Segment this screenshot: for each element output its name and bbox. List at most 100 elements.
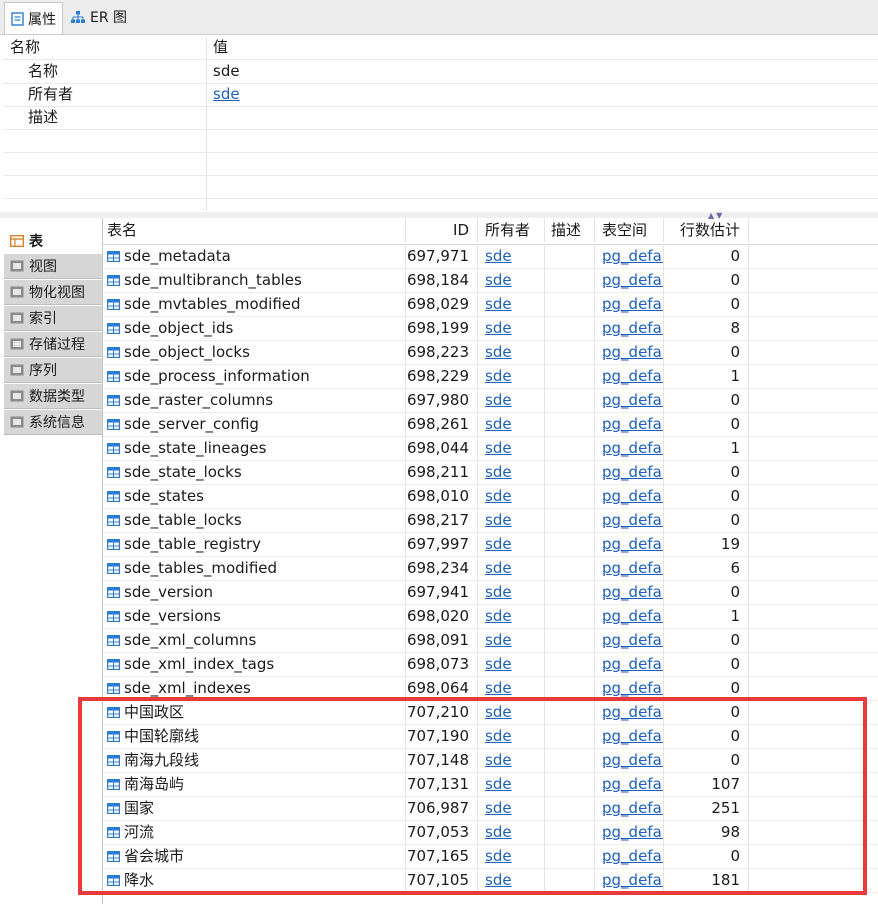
table-row[interactable]: sde_object_ids 698,199sde pg_default8 <box>103 316 878 341</box>
table-tablespace-link[interactable]: pg_default <box>594 316 663 340</box>
table-tablespace-link[interactable]: pg_default <box>594 508 663 532</box>
table-row[interactable]: 省会城市 707,165sde pg_default0 <box>103 844 878 869</box>
table-tablespace-link[interactable]: pg_default <box>594 844 663 868</box>
table-row[interactable]: sde_mvtables_modified 698,029sde pg_defaul… <box>103 292 878 317</box>
category-sequence[interactable]: 序列 <box>4 358 102 383</box>
table-tablespace-link[interactable]: pg_default <box>594 436 663 460</box>
table-tablespace-link[interactable]: pg_default <box>594 244 663 268</box>
table-tablespace-link[interactable]: pg_default <box>594 460 663 484</box>
table-tablespace-link[interactable]: pg_default <box>594 676 663 700</box>
table-tablespace-link[interactable]: pg_default <box>594 868 663 892</box>
table-owner-link[interactable]: sde <box>477 820 544 844</box>
table-row[interactable]: sde_raster_columns 697,980sde pg_default0 <box>103 388 878 413</box>
table-owner-link[interactable]: sde <box>477 364 544 388</box>
table-owner-link[interactable]: sde <box>477 580 544 604</box>
table-tablespace-link[interactable]: pg_default <box>594 652 663 676</box>
table-row[interactable]: sde_table_locks 698,217sde pg_default0 <box>103 508 878 533</box>
table-row[interactable]: 南海九段线 707,148sde pg_default0 <box>103 748 878 773</box>
column-header-row-estimate[interactable]: 行数估计 <box>663 218 749 242</box>
table-owner-link[interactable]: sde <box>477 748 544 772</box>
table-owner-link[interactable]: sde <box>477 724 544 748</box>
table-row[interactable]: 河流 707,053sde pg_default98 <box>103 820 878 845</box>
table-tablespace-link[interactable]: pg_default <box>594 340 663 364</box>
table-owner-link[interactable]: sde <box>477 556 544 580</box>
column-header-description[interactable]: 描述 <box>544 218 594 242</box>
table-tablespace-link[interactable]: pg_default <box>594 772 663 796</box>
table-owner-link[interactable]: sde <box>477 292 544 316</box>
category-datatype[interactable]: 数据类型 <box>4 384 102 409</box>
table-row[interactable]: 中国轮廓线 707,190sde pg_default0 <box>103 724 878 749</box>
table-owner-link[interactable]: sde <box>477 772 544 796</box>
table-tablespace-link[interactable]: pg_default <box>594 580 663 604</box>
category-index[interactable]: 索引 <box>4 306 102 331</box>
table-owner-link[interactable]: sde <box>477 628 544 652</box>
table-row[interactable]: sde_multibranch_tables 698,184sde pg_defau… <box>103 268 878 293</box>
table-owner-link[interactable]: sde <box>477 868 544 892</box>
column-header-tablespace[interactable]: 表空间 <box>594 218 663 242</box>
table-tablespace-link[interactable]: pg_default <box>594 556 663 580</box>
table-owner-link[interactable]: sde <box>477 484 544 508</box>
table-owner-link[interactable]: sde <box>477 604 544 628</box>
table-row[interactable]: sde_object_locks 698,223sde pg_default0 <box>103 340 878 365</box>
table-owner-link[interactable]: sde <box>477 796 544 820</box>
table-tablespace-link[interactable]: pg_default <box>594 484 663 508</box>
table-row[interactable]: sde_versions 698,020sde pg_default1 <box>103 604 878 629</box>
tab-er-diagram[interactable]: ER 图 <box>64 2 133 32</box>
category-sysinfo[interactable]: 系统信息 <box>4 410 102 435</box>
table-tablespace-link[interactable]: pg_default <box>594 748 663 772</box>
table-owner-link[interactable]: sde <box>477 388 544 412</box>
property-owner-link[interactable]: sde <box>213 83 240 106</box>
table-tablespace-link[interactable]: pg_default <box>594 628 663 652</box>
table-owner-link[interactable]: sde <box>477 316 544 340</box>
table-tablespace-link[interactable]: pg_default <box>594 604 663 628</box>
table-row[interactable]: sde_xml_columns 698,091sde pg_default0 <box>103 628 878 653</box>
table-owner-link[interactable]: sde <box>477 532 544 556</box>
table-owner-link[interactable]: sde <box>477 844 544 868</box>
tab-bar: 属性 ER 图 <box>0 0 878 35</box>
table-tablespace-link[interactable]: pg_default <box>594 724 663 748</box>
column-header-id[interactable]: ID <box>405 218 477 242</box>
table-owner-link[interactable]: sde <box>477 412 544 436</box>
table-row[interactable]: sde_table_registry 697,997sde pg_default19 <box>103 532 878 557</box>
table-owner-link[interactable]: sde <box>477 652 544 676</box>
table-row[interactable]: sde_xml_index_tags 698,073sde pg_default0 <box>103 652 878 677</box>
table-row[interactable]: 南海岛屿 707,131sde pg_default107 <box>103 772 878 797</box>
table-tablespace-link[interactable]: pg_default <box>594 268 663 292</box>
table-row-estimate: 6 <box>663 556 749 580</box>
table-row[interactable]: sde_metadata 697,971sde pg_default0 <box>103 244 878 269</box>
column-header-owner[interactable]: 所有者 <box>477 218 544 242</box>
table-tablespace-link[interactable]: pg_default <box>594 700 663 724</box>
table-row[interactable]: 中国政区 707,210sde pg_default0 <box>103 700 878 725</box>
table-row[interactable]: sde_state_locks 698,211sde pg_default0 <box>103 460 878 485</box>
category-view[interactable]: 视图 <box>4 254 102 279</box>
table-tablespace-link[interactable]: pg_default <box>594 820 663 844</box>
table-row[interactable]: sde_state_lineages 698,044sde pg_default1 <box>103 436 878 461</box>
table-tablespace-link[interactable]: pg_default <box>594 412 663 436</box>
table-owner-link[interactable]: sde <box>477 700 544 724</box>
table-owner-link[interactable]: sde <box>477 340 544 364</box>
table-tablespace-link[interactable]: pg_default <box>594 796 663 820</box>
table-owner-link[interactable]: sde <box>477 436 544 460</box>
table-tablespace-link[interactable]: pg_default <box>594 532 663 556</box>
table-row[interactable]: sde_states 698,010sde pg_default0 <box>103 484 878 509</box>
table-row[interactable]: sde_process_information 698,229 sde pg_defa… <box>103 364 878 389</box>
table-owner-link[interactable]: sde <box>477 460 544 484</box>
table-tablespace-link[interactable]: pg_default <box>594 388 663 412</box>
table-owner-link[interactable]: sde <box>477 244 544 268</box>
table-owner-link[interactable]: sde <box>477 676 544 700</box>
table-row[interactable]: 国家 706,987sde pg_default251 <box>103 796 878 821</box>
category-materialized-view[interactable]: 物化视图 <box>4 280 102 305</box>
table-row[interactable]: sde_xml_indexes 698,064sde pg_default0 <box>103 676 878 701</box>
table-tablespace-link[interactable]: pg_default <box>594 292 663 316</box>
table-owner-link[interactable]: sde <box>477 508 544 532</box>
table-owner-link[interactable]: sde <box>477 268 544 292</box>
tab-properties[interactable]: 属性 <box>4 2 63 34</box>
table-row[interactable]: 降水 707,105sde pg_default181 <box>103 868 878 893</box>
table-tablespace-link[interactable]: pg_default <box>594 364 663 388</box>
column-header-name[interactable]: 表名 <box>107 218 405 242</box>
category-table[interactable]: 表 <box>4 228 102 253</box>
table-row[interactable]: sde_version 697,941sde pg_default0 <box>103 580 878 605</box>
category-procedure[interactable]: 存储过程 <box>4 332 102 357</box>
table-row[interactable]: sde_server_config 698,261sde pg_default0 <box>103 412 878 437</box>
table-row[interactable]: sde_tables_modified 698,234sde pg_default6 <box>103 556 878 581</box>
